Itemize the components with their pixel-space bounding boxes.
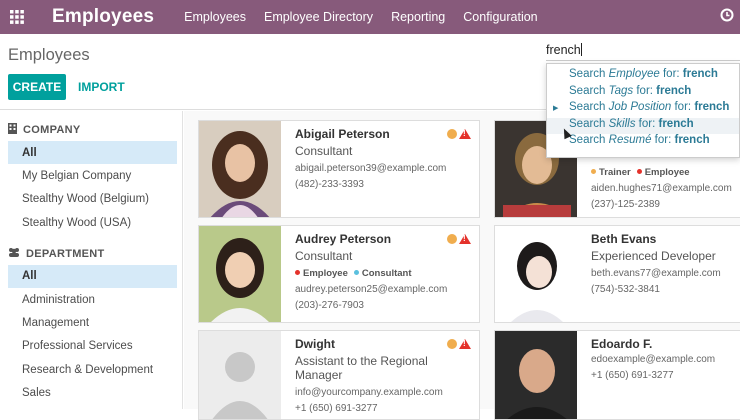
status-indicator	[447, 129, 471, 139]
employee-job-title: Experienced Developer	[591, 249, 716, 263]
tag-employee: Employee	[636, 167, 690, 178]
breadcrumb: Employees	[8, 46, 90, 64]
employee-phone: +1 (650) 691-3277	[591, 370, 674, 381]
employee-phone: (237)-125-2389	[591, 199, 660, 210]
search-option-job-position[interactable]: ▶ Search Job Position for: french	[547, 101, 739, 118]
search-option-employee[interactable]: Search Employee for: french	[547, 68, 739, 85]
company-filter-item[interactable]: My Belgian Company	[8, 164, 177, 187]
employee-email: edoexample@example.com	[591, 354, 716, 365]
employee-email: abigail.peterson39@example.com	[295, 163, 447, 174]
menu-employees[interactable]: Employees	[184, 10, 246, 24]
activity-clock-icon[interactable]	[720, 8, 734, 25]
employee-job-title: Consultant	[295, 144, 353, 158]
department-filter-item[interactable]: Management	[8, 311, 177, 334]
employee-photo	[199, 331, 281, 419]
employee-email: audrey.peterson25@example.com	[295, 284, 448, 295]
building-icon	[8, 123, 17, 137]
main-menu: Employees Employee Directory Reporting C…	[184, 10, 537, 24]
employee-tags: Trainer Employee	[591, 167, 740, 178]
department-section-header: DEPARTMENT	[0, 243, 182, 265]
status-indicator	[447, 339, 471, 349]
tag-employee: Employee	[295, 268, 348, 279]
employee-phone: (482)-233-3393	[295, 179, 364, 190]
presence-dot-icon	[447, 234, 457, 244]
employee-job-title: Consultant	[295, 249, 353, 263]
employee-email: beth.evans77@example.com	[591, 268, 721, 279]
app-title: Employees	[52, 6, 155, 27]
menu-configuration[interactable]: Configuration	[463, 10, 537, 24]
text-caret	[580, 43, 582, 56]
search-option-resume[interactable]: Search Resumé for: french	[547, 134, 739, 151]
employee-photo	[199, 226, 281, 322]
expand-caret-icon[interactable]: ▶	[553, 104, 558, 112]
tag-trainer: Trainer	[591, 167, 631, 178]
warning-icon	[459, 234, 471, 244]
company-section-header: COMPANY	[0, 119, 182, 141]
employee-photo	[495, 226, 577, 322]
presence-dot-icon	[447, 129, 457, 139]
employee-email: info@yourcompany.example.com	[295, 387, 443, 398]
search-input[interactable]: french	[546, 43, 740, 61]
company-filter-item[interactable]: Stealthy Wood (Belgium)	[8, 188, 177, 211]
filter-sidebar: COMPANY All My Belgian Company Stealthy …	[0, 111, 183, 409]
department-filter-item[interactable]: Professional Services	[8, 335, 177, 358]
employee-photo	[199, 121, 281, 217]
menu-employee-directory[interactable]: Employee Directory	[264, 10, 373, 24]
employee-tags: Employee Consultant	[295, 268, 473, 279]
import-button[interactable]: IMPORT	[78, 80, 125, 94]
employee-card[interactable]: Edoardo F. edoexample@example.com +1 (65…	[494, 330, 740, 420]
search-option-tags[interactable]: Search Tags for: french	[547, 85, 739, 102]
department-filter-item[interactable]: Research & Development	[8, 358, 177, 381]
department-filter-item[interactable]: Administration	[8, 288, 177, 311]
presence-dot-icon	[447, 339, 457, 349]
department-filter-item[interactable]: Sales	[8, 382, 177, 405]
tag-consultant: Consultant	[353, 268, 412, 279]
department-filter-all[interactable]: All	[8, 264, 177, 288]
employee-name: Edoardo F.	[591, 337, 653, 351]
top-navbar: Employees Employees Employee Directory R…	[0, 0, 740, 34]
search-input-value: french	[546, 43, 581, 57]
employee-email: aiden.hughes71@example.com	[591, 183, 732, 194]
company-filter-item[interactable]: Stealthy Wood (USA)	[8, 211, 177, 234]
employee-card[interactable]: Dwight Assistant to the Regional Manager…	[198, 330, 480, 420]
employee-name: Beth Evans	[591, 232, 657, 246]
create-button[interactable]: CREATE	[8, 74, 66, 100]
company-filter-all[interactable]: All	[8, 141, 177, 165]
search-option-skills[interactable]: Search Skills for: french	[547, 117, 739, 135]
apps-grid-icon[interactable]	[2, 0, 32, 34]
warning-icon	[459, 339, 471, 349]
employee-phone: (754)-532-3841	[591, 284, 660, 295]
warning-icon	[459, 129, 471, 139]
employee-phone: (203)-276-7903	[295, 300, 364, 311]
users-icon	[8, 247, 20, 260]
employee-photo	[495, 331, 577, 419]
employee-card[interactable]: Abigail Peterson Consultant abigail.pete…	[198, 120, 480, 218]
employee-card[interactable]: Beth Evans Experienced Developer beth.ev…	[494, 225, 740, 323]
search-autocomplete-dropdown: Search Employee for: french Search Tags …	[546, 63, 740, 158]
status-indicator	[447, 234, 471, 244]
employee-job-title: Assistant to the Regional Manager	[295, 354, 428, 382]
employee-card[interactable]: Audrey Peterson Consultant Employee Cons…	[198, 225, 480, 323]
menu-reporting[interactable]: Reporting	[391, 10, 445, 24]
